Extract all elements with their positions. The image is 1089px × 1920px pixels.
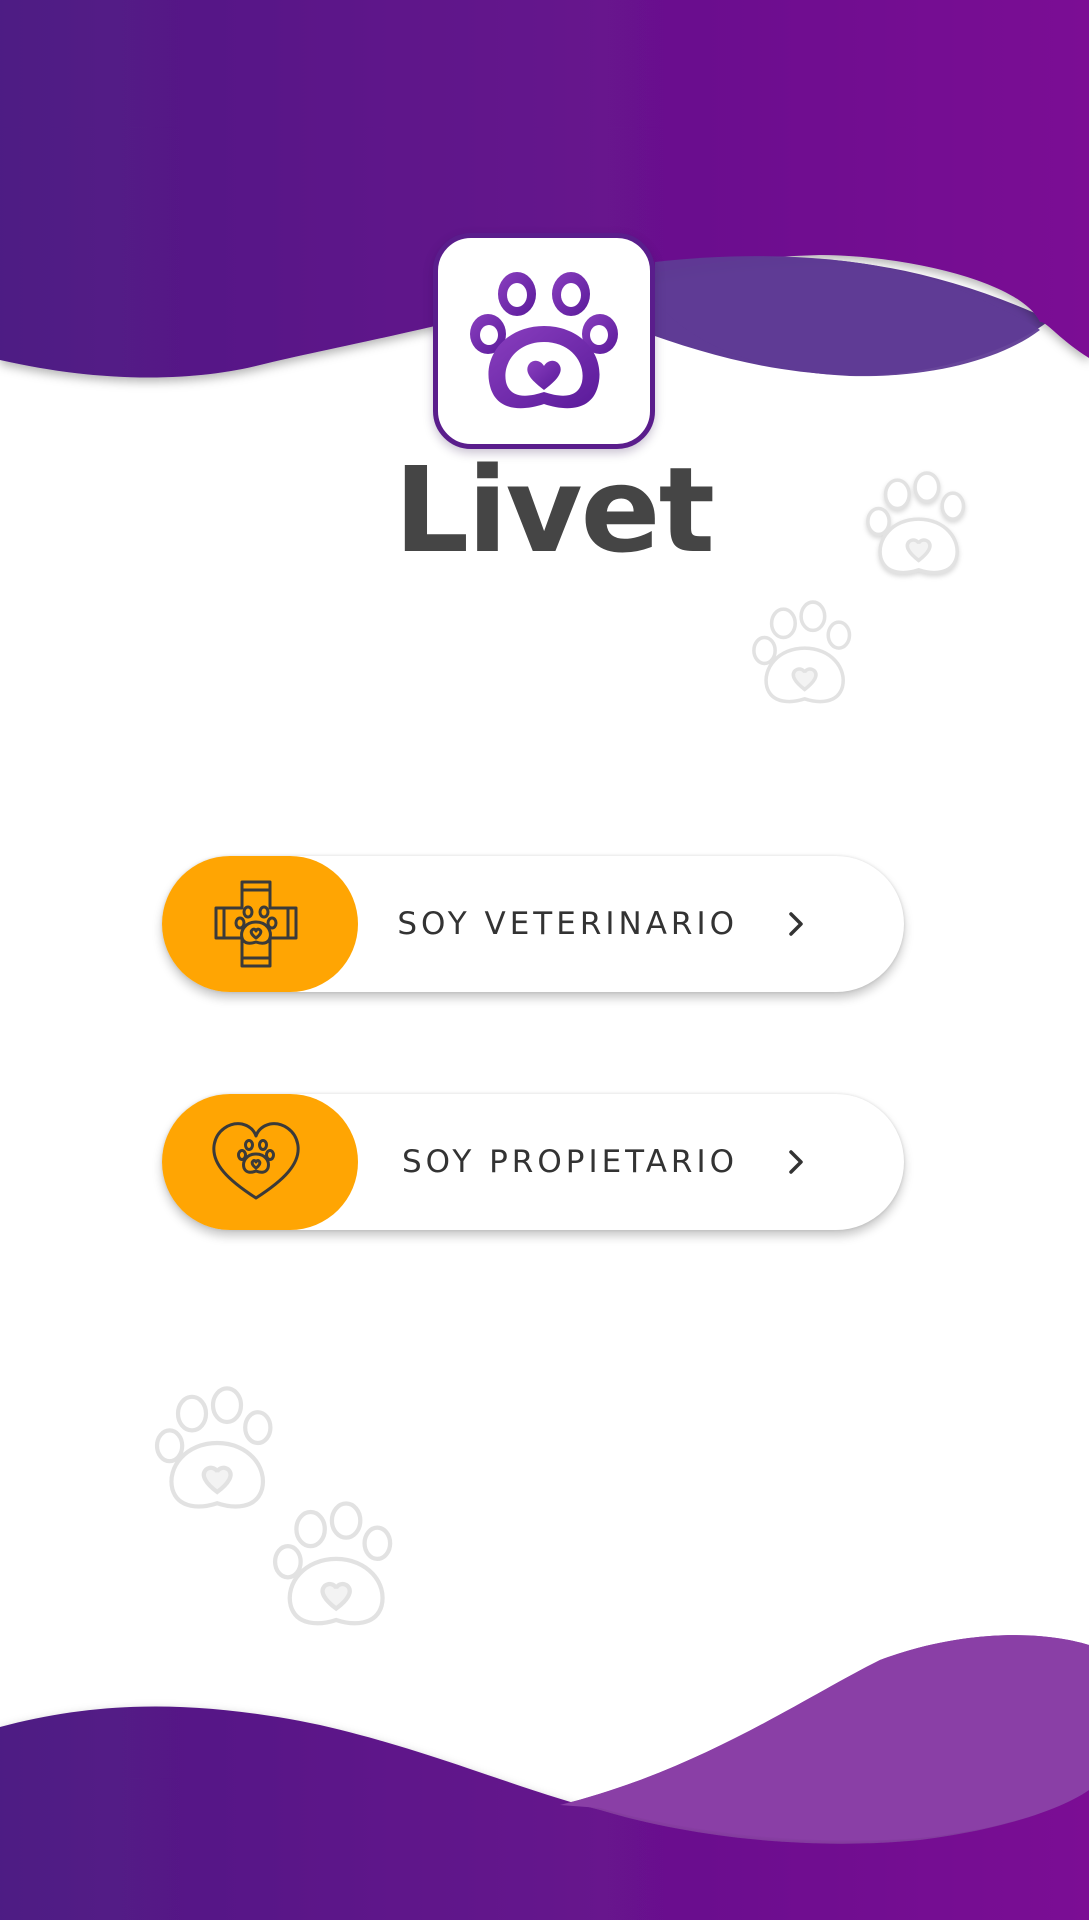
chevron-right-icon — [789, 1150, 803, 1174]
vet-role-label: SOY VETERINARIO — [397, 906, 738, 942]
vet-cross-paw-icon — [214, 880, 298, 968]
role-selection-screen: Livet SOY VETERINARIO SOY PROPIETARIO — [0, 0, 1089, 1920]
app-logo — [433, 233, 655, 449]
owner-role-label: SOY PROPIETARIO — [401, 1144, 738, 1180]
paw-heart-icon — [470, 272, 618, 409]
vet-icon-pill — [162, 856, 358, 992]
brand-wordmark: Livet — [394, 441, 715, 579]
decorative-paw-icon — [866, 471, 966, 575]
owner-icon-pill — [162, 1094, 358, 1230]
vet-role-button[interactable]: SOY VETERINARIO — [162, 856, 904, 992]
owner-role-button[interactable]: SOY PROPIETARIO — [162, 1094, 904, 1230]
decorative-paw-icon — [272, 1501, 393, 1626]
chevron-right-icon — [789, 912, 803, 936]
heart-paw-icon — [212, 1122, 300, 1200]
decorative-paw-icon — [752, 600, 852, 704]
